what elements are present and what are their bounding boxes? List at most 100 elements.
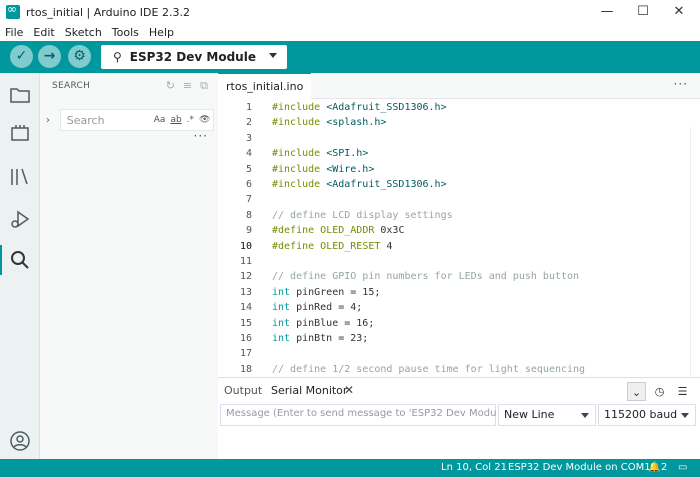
clear-output-button[interactable]: ☰ <box>673 382 692 401</box>
debug-icon[interactable] <box>8 207 32 231</box>
eye-icon[interactable]: 👁 <box>199 115 210 125</box>
line-ending-select[interactable]: New Line <box>498 404 596 426</box>
code-text: #define OLED_ADDR 0x3C <box>272 223 404 238</box>
code-line[interactable]: 4 #include <SPI.h> <box>218 146 700 161</box>
code-line[interactable]: 17 <box>218 346 700 361</box>
code-line[interactable]: 15 int pinBlue = 16; <box>218 316 700 331</box>
collapse-all-icon[interactable]: ⧉ <box>200 79 208 93</box>
code-line[interactable]: 2 #include <splash.h> <box>218 115 700 130</box>
board-selector[interactable]: ⚲ ESP32 Dev Module <box>101 45 287 69</box>
toggle-panel-icon[interactable]: ▭ <box>678 459 687 477</box>
code-token: int <box>272 286 291 298</box>
code-line[interactable]: 1 #include <Adafruit_SSD1306.h> <box>218 100 700 115</box>
menu-tools[interactable]: Tools <box>107 26 144 39</box>
code-token: <Adafruit_SSD1306.h> <box>326 102 447 113</box>
debug-button[interactable]: ⚙ <box>68 45 91 68</box>
code-line[interactable]: 10 #define OLED_RESET 4 <box>218 239 700 254</box>
line-number: 15 <box>239 317 252 329</box>
chevron-down-icon <box>581 413 589 418</box>
more-options-icon[interactable]: ··· <box>194 129 208 143</box>
line-number: 4 <box>245 148 252 160</box>
code-line[interactable]: 9 #define OLED_ADDR 0x3C <box>218 223 700 238</box>
code-token: <splash.h> <box>326 117 387 129</box>
tab-serial-monitor[interactable]: Serial Monitor <box>271 384 347 397</box>
notifications-icon[interactable]: 🔔 <box>648 459 660 477</box>
code-token: <Adafruit_SSD1306.h> <box>326 179 447 190</box>
code-text: #include <Adafruit_SSD1306.h> <box>272 100 447 115</box>
menu-edit[interactable]: Edit <box>28 26 59 39</box>
search-input[interactable] <box>66 113 149 127</box>
code-line[interactable]: 7 <box>218 192 700 207</box>
account-icon[interactable] <box>8 429 32 453</box>
code-text: #include <SPI.h> <box>272 146 368 161</box>
regex-toggle[interactable]: .* <box>187 115 194 125</box>
panel-buttons: ⌄ ◷ ☰ <box>627 382 692 401</box>
message-input[interactable] <box>226 408 496 419</box>
match-case-toggle[interactable]: Aa <box>154 115 166 125</box>
chevron-down-icon <box>681 413 689 418</box>
code-text: int pinGreen = 15; <box>272 285 380 300</box>
code-token: pinBtn = 23; <box>290 333 369 344</box>
code-text: #include <Wire.h> <box>272 162 374 177</box>
code-token: #include <box>272 148 327 160</box>
code-line[interactable]: 13 int pinGreen = 15; <box>218 285 700 300</box>
refresh-icon[interactable]: ↻ <box>166 79 175 93</box>
timestamp-button[interactable]: ◷ <box>650 382 669 401</box>
code-line[interactable]: 18 // define 1/2 second pause time for li… <box>218 362 700 377</box>
tab-rtos-initial[interactable]: rtos_initial.ino <box>218 73 312 99</box>
verify-button[interactable]: ✓ <box>10 45 33 68</box>
line-number: 12 <box>239 271 252 283</box>
baud-rate-select[interactable]: 115200 baud <box>598 404 696 426</box>
tabs-more-icon[interactable]: ··· <box>674 77 688 91</box>
library-icon[interactable] <box>8 165 32 189</box>
code-token: 0x3C <box>380 225 405 237</box>
line-number: 6 <box>245 179 252 190</box>
code-line[interactable]: 8 // define LCD display settings <box>218 208 700 223</box>
chevron-right-icon[interactable]: › <box>46 115 56 126</box>
code-token: int <box>272 333 291 344</box>
code-editor[interactable]: 1 #include <Adafruit_SSD1306.h> 2 #include … <box>218 99 700 377</box>
line-number: 5 <box>245 163 252 175</box>
code-token: OLED_RESET <box>320 240 387 252</box>
match-whole-word-toggle[interactable]: ab <box>170 115 181 125</box>
close-window-button[interactable]: ✕ <box>662 0 696 24</box>
search-sidebar: SEARCH ↻ ≡ ⧉ › Aa ab .* 👁 ··· <box>40 73 218 459</box>
board-port-status[interactable]: ESP32 Dev Module on COM12 <box>508 459 657 477</box>
code-text: // define 1/2 second pause time for ligh… <box>272 362 585 377</box>
code-line[interactable]: 6 #include <Adafruit_SSD1306.h> <box>218 177 700 192</box>
code-token: int <box>272 317 291 329</box>
code-token: #include <box>272 163 327 175</box>
minimize-button[interactable]: — <box>590 0 624 24</box>
code-token: // define GPIO pin numbers for LEDs and … <box>272 271 580 283</box>
line-number: 11 <box>239 256 252 267</box>
cursor-position[interactable]: Ln 10, Col 21 <box>441 459 507 477</box>
code-line[interactable]: 14 int pinRed = 4; <box>218 300 700 315</box>
code-token: #define <box>272 225 321 237</box>
code-line[interactable]: 11 <box>218 254 700 269</box>
maximize-button[interactable]: ☐ <box>626 0 660 24</box>
autoscroll-button[interactable]: ⌄ <box>627 382 646 401</box>
folder-icon[interactable] <box>8 83 32 107</box>
menu-help[interactable]: Help <box>144 26 179 39</box>
editor-tabs: rtos_initial.ino ··· <box>218 73 700 99</box>
line-number: 7 <box>245 194 252 206</box>
arduino-logo-icon <box>6 2 20 19</box>
line-ending-value: New Line <box>504 408 555 421</box>
baud-rate-value: 115200 baud <box>604 408 678 421</box>
code-line[interactable]: 16 int pinBtn = 23; <box>218 331 700 346</box>
code-text: int pinBlue = 16; <box>272 316 374 331</box>
tab-output[interactable]: Output <box>224 384 262 397</box>
code-text: #include <Adafruit_SSD1306.h> <box>272 177 447 192</box>
code-line[interactable]: 3 <box>218 131 700 146</box>
menu-file[interactable]: File <box>0 26 28 39</box>
code-line[interactable]: 12 // define GPIO pin numbers for LEDs an… <box>218 269 700 284</box>
boards-icon[interactable] <box>8 121 32 145</box>
code-line[interactable]: 5 #include <Wire.h> <box>218 162 700 177</box>
upload-button[interactable]: → <box>38 45 61 68</box>
close-icon[interactable]: ✕ <box>344 383 354 397</box>
menu-sketch[interactable]: Sketch <box>60 26 107 39</box>
search-icon[interactable] <box>8 248 32 272</box>
code-token: <SPI.h> <box>326 148 369 160</box>
clear-results-icon[interactable]: ≡ <box>183 79 192 93</box>
search-row: › Aa ab .* 👁 <box>46 109 214 131</box>
